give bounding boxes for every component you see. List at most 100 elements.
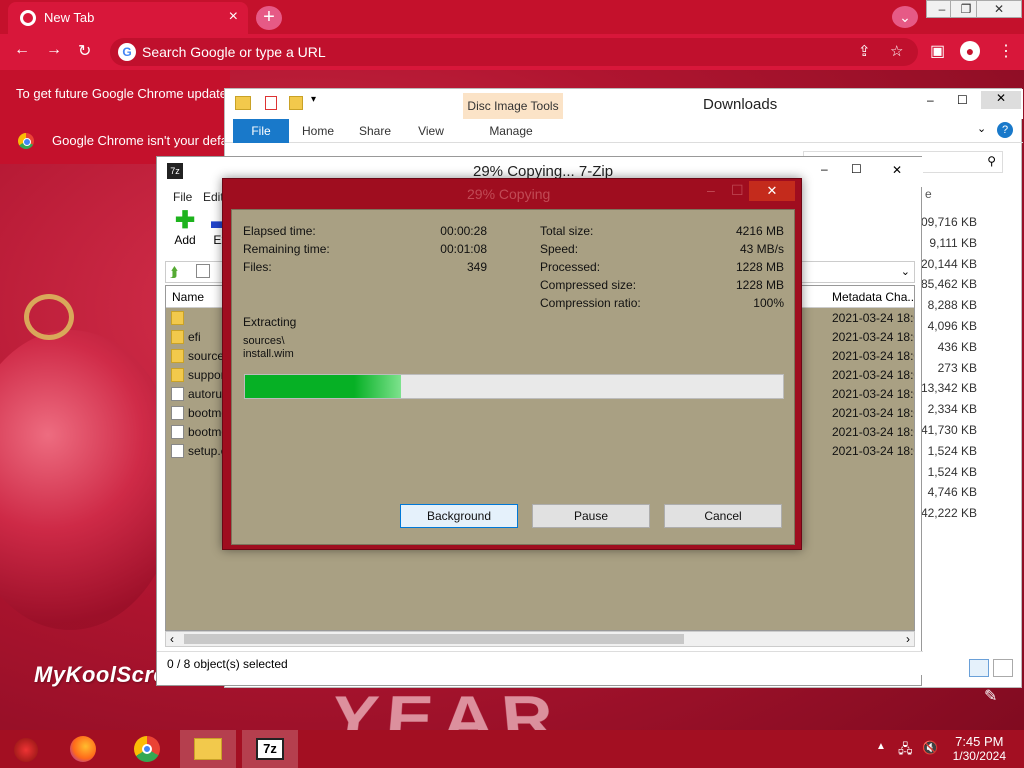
elapsed-time-label: Elapsed time: — [243, 224, 316, 238]
omnibox[interactable]: G Search Google or type a URL ⇪ ☆ — [110, 38, 918, 66]
default-browser-text: Google Chrome isn't your default browser — [52, 133, 230, 148]
remaining-time-label: Remaining time: — [243, 242, 330, 256]
start-button[interactable] — [0, 730, 56, 768]
chrome-toolbar: ← → ↻ G Search Google or type a URL ⇪ ☆ … — [0, 34, 1024, 70]
dialog-close-button[interactable]: ✕ — [749, 181, 795, 201]
file-metadata-changed: 2021-03-24 18:0 — [832, 406, 914, 420]
speed-value: 43 MB/s — [739, 242, 784, 256]
details-view-icon[interactable] — [969, 659, 989, 677]
file-name: efi — [188, 330, 201, 344]
new-tab-button[interactable]: + — [256, 6, 282, 30]
file-icon — [171, 406, 184, 420]
firefox-icon — [70, 736, 96, 762]
start-ornament-icon — [14, 738, 38, 762]
close-tab-icon[interactable]: × — [229, 8, 238, 26]
file-size-value: 436 KB — [937, 339, 977, 354]
file-name: bootmgr.efi — [188, 425, 224, 439]
close-window-button[interactable]: ✕ — [976, 0, 1022, 18]
background-button[interactable]: Background — [400, 504, 518, 528]
dialog-body: Elapsed time: 00:00:28 Remaining time: 0… — [231, 209, 795, 545]
address-dropdown-icon[interactable]: ⌄ — [901, 265, 910, 278]
file-name: bootmgr — [188, 406, 224, 420]
volume-muted-icon[interactable]: 🔇 — [922, 740, 938, 756]
menu-icon[interactable]: ⋮ — [998, 41, 1014, 61]
7zip-minimize-button[interactable]: – — [821, 162, 828, 176]
add-button[interactable]: ✚ Add — [167, 209, 203, 255]
progress-bar — [244, 374, 784, 399]
file-icon — [171, 444, 184, 458]
file-size-value: 4,746 KB — [927, 485, 977, 500]
current-file: install.wim — [243, 348, 294, 360]
files-label: Files: — [243, 260, 272, 274]
tab-search-button[interactable]: ⌄ — [892, 6, 918, 28]
dialog-maximize-button[interactable]: ☐ — [731, 182, 744, 199]
file-size-value: 13,342 KB — [920, 381, 977, 396]
add-icon: ✚ — [174, 207, 196, 234]
dialog-titlebar: 29% Copying – ☐ ✕ — [223, 179, 801, 207]
file-size-value: 85,462 KB — [920, 277, 977, 292]
side-panel-icon[interactable]: ▣ — [930, 41, 945, 61]
file-size-value: 309,716 KB — [914, 215, 977, 229]
pause-button[interactable]: Pause — [532, 504, 650, 528]
scroll-right-icon[interactable]: › — [906, 632, 910, 646]
file-metadata-changed: 2021-03-24 18:0 — [832, 387, 914, 401]
folder-icon — [171, 311, 184, 325]
profile-icon[interactable]: ● — [960, 41, 980, 61]
file-size-value: 8,288 KB — [927, 298, 977, 313]
up-folder-icon[interactable]: ⮭ — [170, 264, 178, 281]
chrome-update-infobar: To get future Google Chrome updates — [0, 70, 230, 116]
add-label: Add — [174, 233, 196, 247]
file-explorer-icon — [194, 738, 222, 760]
taskbar-file-explorer[interactable] — [180, 730, 236, 768]
cancel-button[interactable]: Cancel — [664, 504, 782, 528]
compression-ratio-value: 100% — [753, 296, 784, 310]
tab-title: New Tab — [44, 10, 95, 25]
7zip-maximize-button[interactable]: ☐ — [851, 162, 862, 176]
pen-icon[interactable]: ✎ — [984, 686, 997, 706]
menu-file[interactable]: File — [173, 190, 192, 204]
share-icon[interactable]: ⇪ — [858, 42, 871, 60]
files-value: 349 — [466, 260, 487, 274]
chrome-tab[interactable]: New Tab × — [8, 2, 248, 34]
forward-icon[interactable]: → — [46, 41, 62, 59]
dialog-minimize-button[interactable]: – — [707, 182, 715, 198]
clock[interactable]: 7:45 PM 1/30/2024 — [953, 734, 1006, 763]
bookmark-star-icon[interactable]: ☆ — [890, 42, 903, 60]
operation-label: Extracting — [243, 315, 297, 329]
taskbar-7zip[interactable]: 7z — [242, 730, 298, 768]
column-name[interactable]: Name — [172, 290, 204, 304]
large-icons-view-icon[interactable] — [993, 659, 1013, 677]
file-size-value: 42,222 KB — [920, 506, 977, 521]
chrome-tabstrip: New Tab × + ⌄ – ❐ ✕ — [0, 0, 1024, 34]
omnibox-placeholder: Search Google or type a URL — [142, 44, 326, 60]
menu-edit[interactable]: Edit — [203, 190, 224, 204]
scroll-left-icon[interactable]: ‹ — [170, 632, 174, 646]
processed-label: Processed: — [540, 260, 601, 274]
taskbar-firefox[interactable] — [58, 730, 114, 768]
show-hidden-icons-icon[interactable]: ▲ — [876, 741, 886, 752]
drive-icon — [196, 264, 210, 278]
horizontal-scrollbar[interactable]: ‹ › — [165, 631, 915, 647]
reload-icon[interactable]: ↻ — [78, 41, 91, 61]
wallpaper-ornament-cap — [24, 294, 74, 340]
file-size-value: 1,524 KB — [927, 443, 977, 458]
taskbar-chrome[interactable] — [120, 730, 176, 768]
file-icon — [171, 425, 184, 439]
scrollbar-thumb[interactable] — [184, 634, 684, 644]
chrome-icon — [18, 133, 34, 149]
folder-icon — [171, 368, 184, 382]
total-size-value: 4216 MB — [735, 224, 784, 238]
7zip-close-button[interactable]: ✕ — [875, 159, 919, 181]
chrome-icon-center — [142, 744, 152, 754]
file-metadata-changed: 2021-03-24 18:0 — [832, 425, 914, 439]
clock-date: 1/30/2024 — [952, 749, 1006, 763]
file-size-value: 2,334 KB — [927, 402, 977, 417]
file-metadata-changed: 2021-03-24 18:0 — [832, 444, 914, 458]
current-path: sources\ — [243, 335, 285, 347]
file-icon — [171, 387, 184, 401]
network-icon[interactable]: 🖧 — [898, 740, 913, 762]
back-icon[interactable]: ← — [14, 41, 30, 59]
column-metadata-changed[interactable]: Metadata Cha... — [832, 290, 914, 304]
file-size-value: 273 KB — [937, 360, 977, 375]
file-size-value: 20,144 KB — [920, 256, 977, 271]
